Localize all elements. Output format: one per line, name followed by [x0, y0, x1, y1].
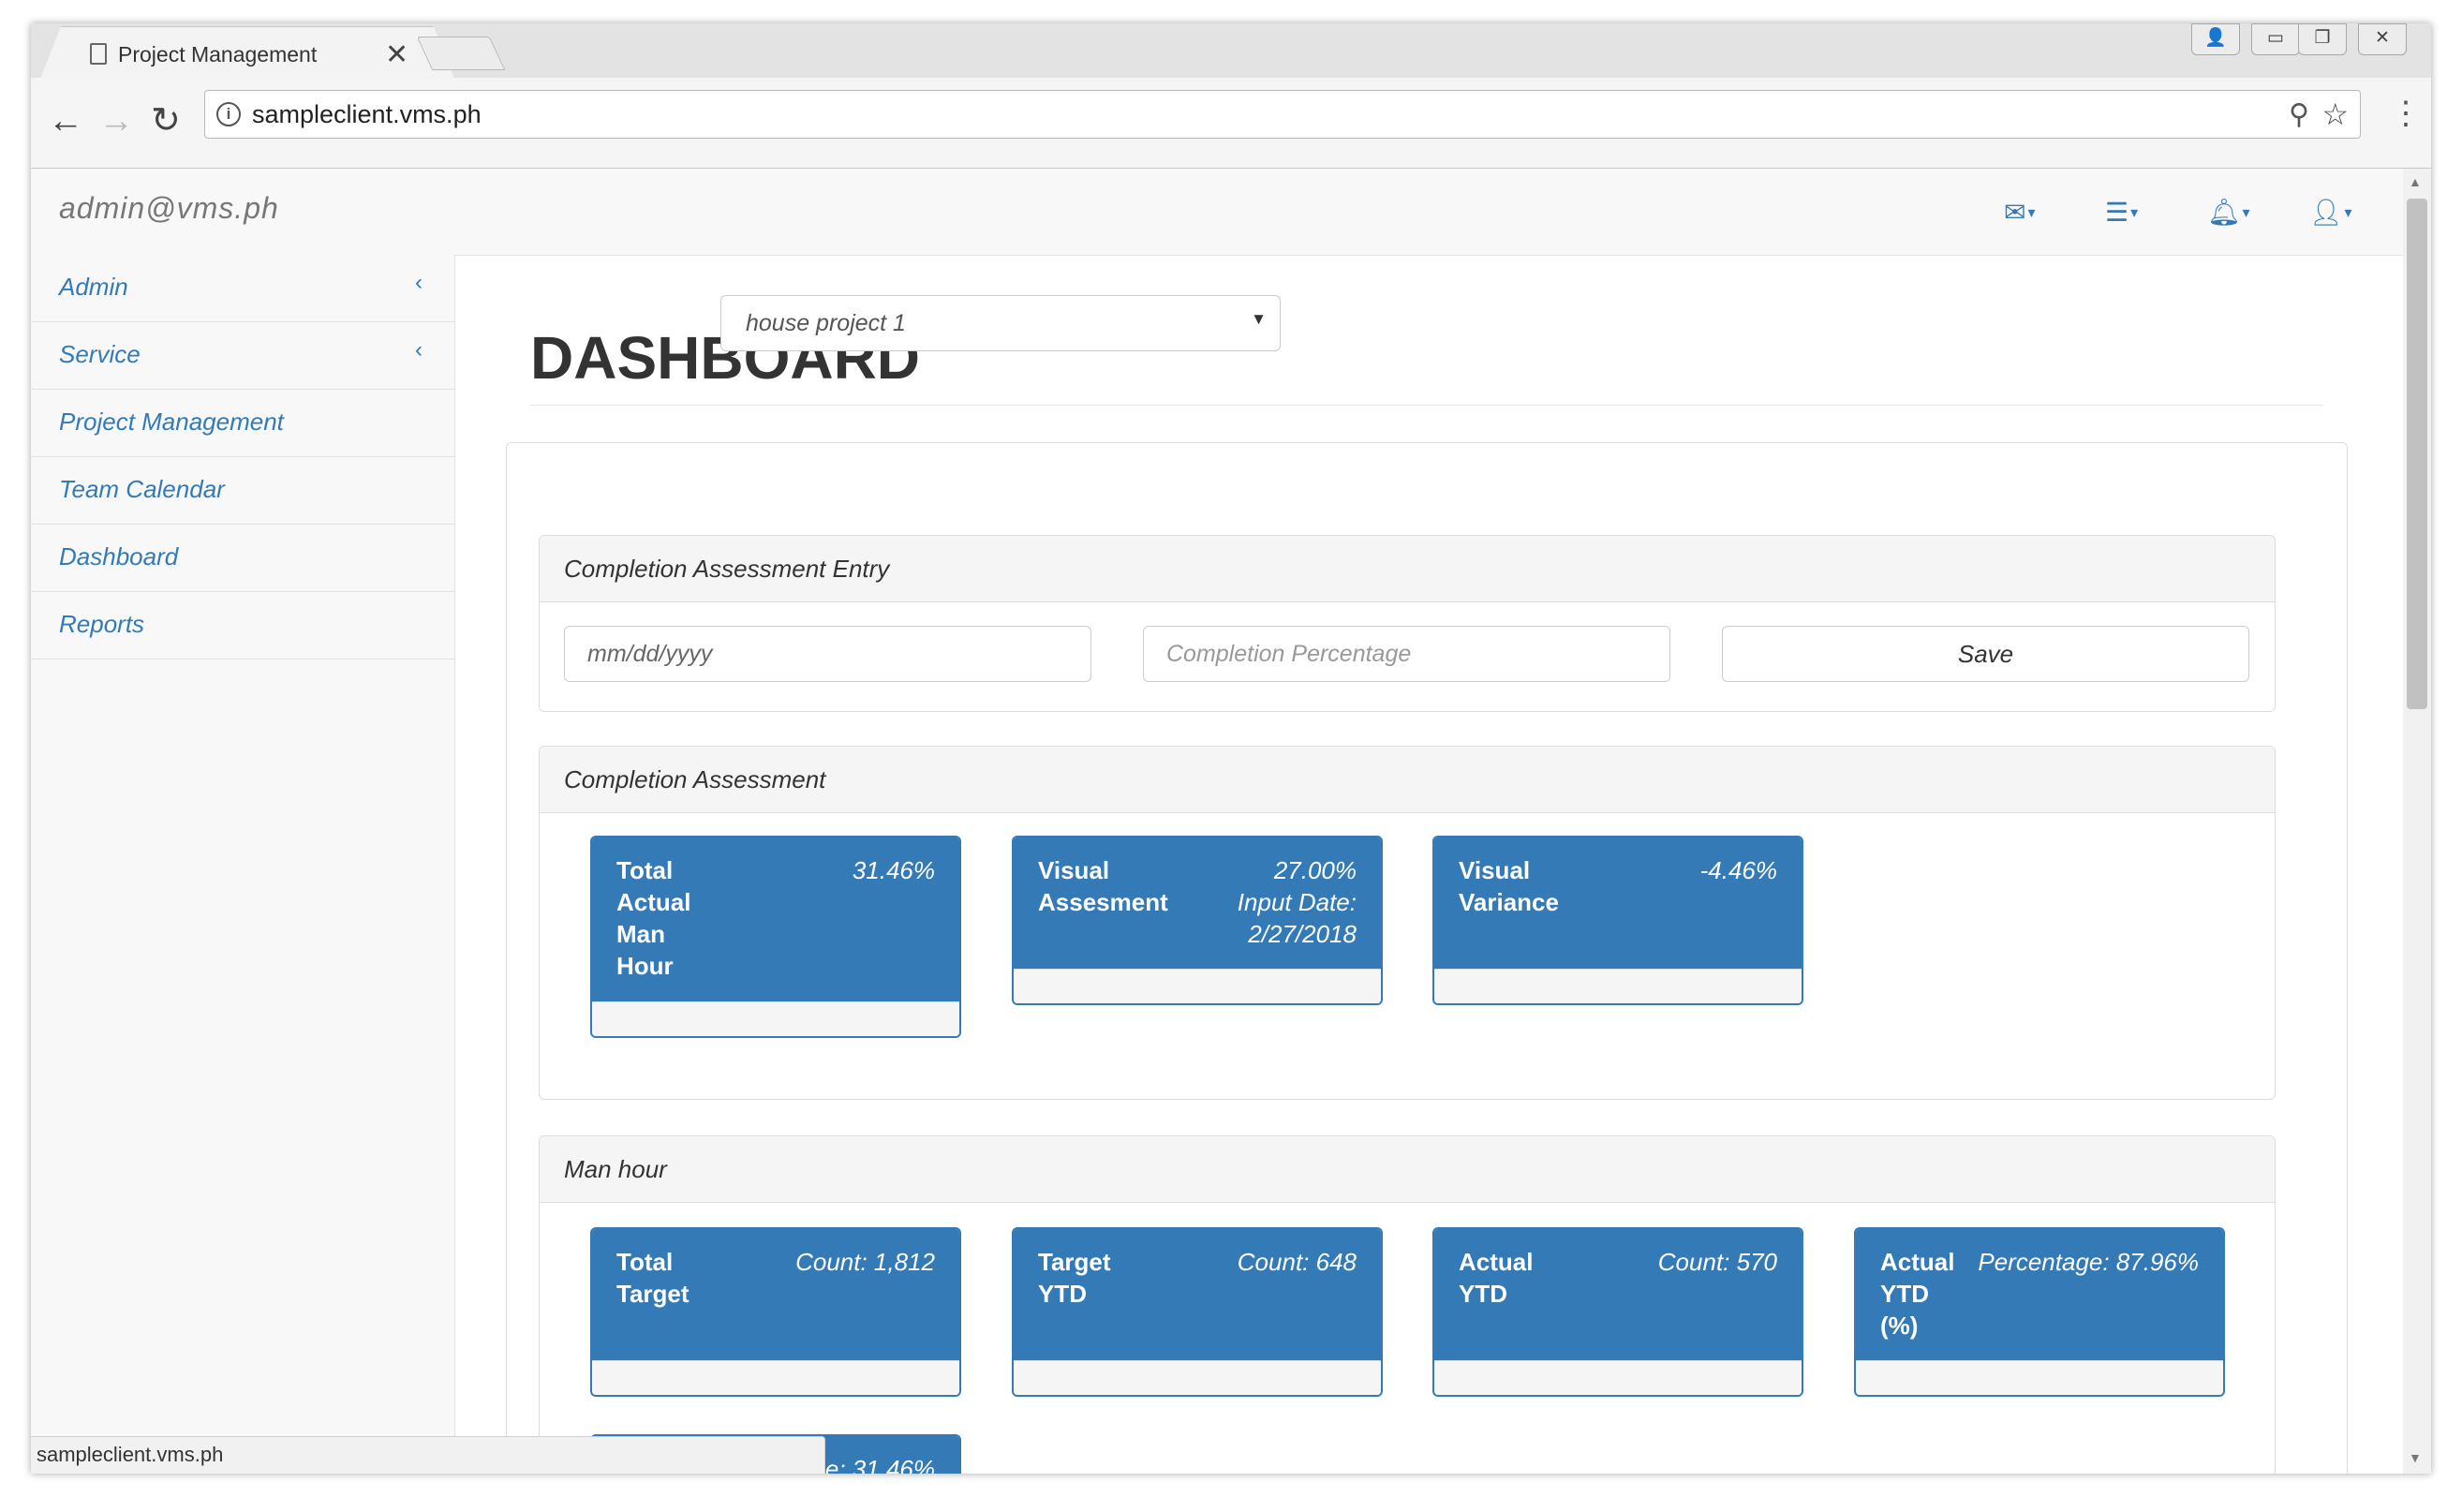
target-ytd-card: Target YTD Count: 648 [1012, 1227, 1383, 1397]
total-target-card: Total Target Count: 1,812 [590, 1227, 961, 1397]
card-title: Actual YTD [1459, 1248, 1534, 1308]
project-select-value: house project 1 [746, 310, 906, 336]
star-icon[interactable]: ☆ [2321, 96, 2349, 132]
card-footer[interactable] [1856, 1360, 2223, 1395]
actual-ytd-percent-card: Actual YTD (%) Percentage: 87.96% [1854, 1227, 2225, 1397]
sidebar-item-dashboard[interactable]: Dashboard [31, 525, 454, 592]
visual-variance-card: Visual Variance -4.46% [1432, 836, 1803, 1005]
browser-tab[interactable]: Project Management ✕ [40, 26, 454, 79]
panel-header: Completion Assessment Entry [540, 536, 2275, 602]
card-title: Visual Assesment [1038, 856, 1168, 916]
scrollbar-thumb[interactable] [2407, 199, 2427, 709]
card-footer[interactable] [1014, 969, 1381, 1003]
restore-button[interactable]: ❐ [2298, 23, 2347, 55]
panel-title: Completion Assessment [564, 765, 826, 793]
card-footer[interactable] [592, 1001, 959, 1036]
tab-title: Project Management [118, 42, 318, 67]
completion-assessment-panel: Completion Assessment Total Actual Man H… [539, 746, 2276, 1100]
visual-assessment-card: Visual Assesment 27.00% Input Date: 2/27… [1012, 836, 1383, 1005]
panel-title: Completion Assessment Entry [564, 555, 890, 583]
card-footer[interactable] [1434, 1360, 1802, 1395]
card-title: Total Target [616, 1248, 690, 1308]
zoom-icon[interactable]: ⚲ [2289, 98, 2309, 131]
document-icon [90, 43, 107, 65]
panel-title: Man hour [564, 1155, 667, 1183]
actual-ytd-card: Actual YTD Count: 570 [1432, 1227, 1803, 1397]
card-value: Count: 648 [1237, 1248, 1357, 1276]
sidebar-item-team-calendar[interactable]: Team Calendar [31, 457, 454, 525]
forward-icon[interactable]: → [98, 102, 134, 140]
card-value: Count: 570 [1657, 1248, 1777, 1276]
panel-header: Man hour [540, 1136, 2275, 1203]
top-navbar: admin@vms.ph ✉ ▾ ☰ ▾ 🔔︎ ▾ 👤︎ ▾ [31, 169, 2403, 256]
back-icon[interactable]: ← [48, 102, 83, 140]
tab-strip: Project Management ✕ 👤 ▭ ❐ ✕ [31, 23, 2431, 79]
address-bar[interactable]: i sampleclient.vms.ph ⚲ ☆ [204, 90, 2361, 139]
tasks-icon[interactable]: ☰ ▾ [2105, 197, 2138, 228]
card-title: Actual YTD (%) [1880, 1248, 1955, 1340]
scroll-up-icon[interactable]: ▲ [2409, 174, 2422, 189]
card-value: Percentage: 87.96% [1978, 1248, 2199, 1276]
sidebar-item-label: Team Calendar [59, 475, 225, 503]
card-footer[interactable] [1434, 969, 1802, 1003]
card-value: 27.00% Input Date: 2/27/2018 [1237, 856, 1357, 948]
profile-icon[interactable]: 👤 [2191, 23, 2240, 55]
new-tab-button[interactable] [416, 37, 506, 70]
completion-entry-panel: Completion Assessment Entry mm/dd/yyyy C… [539, 535, 2276, 712]
sidebar-item-label: Admin [59, 273, 128, 301]
sidebar-item-project-management[interactable]: Project Management [31, 390, 454, 457]
sidebar-item-reports[interactable]: Reports [31, 592, 454, 660]
sidebar-item-label: Project Management [59, 408, 284, 436]
date-input[interactable]: mm/dd/yyyy [564, 626, 1091, 682]
date-input-placeholder: mm/dd/yyyy [587, 641, 713, 667]
page-scrollbar[interactable]: ▲ ▼ [2403, 169, 2431, 1474]
reload-icon[interactable]: ↻ [151, 102, 181, 140]
envelope-icon[interactable]: ✉ ▾ [2004, 197, 2036, 228]
man-hour-panel: Man hour Total Target Count: 1,812 Targe… [539, 1135, 2276, 1474]
completion-percentage-input[interactable]: Completion Percentage [1143, 626, 1670, 682]
panel-header: Completion Assessment [540, 747, 2275, 813]
project-select[interactable]: house project 1 ▼ [720, 295, 1281, 351]
menu-icon[interactable]: ⋮ [2390, 96, 2422, 130]
save-button[interactable]: Save [1722, 626, 2249, 682]
percentage-input-placeholder: Completion Percentage [1166, 641, 1412, 667]
card-value: Count: 1,812 [795, 1248, 935, 1276]
card-value: -4.46% [1699, 856, 1777, 884]
browser-window: Project Management ✕ 👤 ▭ ❐ ✕ ← → ↻ i sam… [31, 23, 2431, 1474]
total-actual-man-hour-card: Total Actual Man Hour 31.46% [590, 836, 961, 1038]
browser-toolbar: ← → ↻ i sampleclient.vms.ph ⚲ ☆ ⋮ [31, 78, 2431, 169]
sidebar-item-label: Service [59, 340, 141, 368]
close-window-button[interactable]: ✕ [2358, 23, 2407, 55]
card-value: 31.46% [852, 856, 935, 884]
sidebar-item-label: Dashboard [59, 542, 179, 571]
card-footer[interactable] [592, 1360, 959, 1395]
sidebar-item-service[interactable]: Service ‹ [31, 322, 454, 390]
minimize-button[interactable]: ▭ [2251, 23, 2300, 55]
sidebar: Admin ‹ Service ‹ Project Management Tea… [31, 255, 455, 1474]
close-tab-icon[interactable]: ✕ [385, 38, 408, 71]
card-title: Visual Variance [1459, 856, 1559, 916]
status-bar: sampleclient.vms.ph [31, 1436, 825, 1474]
chevron-left-icon: ‹ [415, 270, 423, 295]
title-divider [530, 405, 2323, 406]
url-text[interactable]: sampleclient.vms.ph [252, 100, 482, 129]
card-title: Target YTD [1038, 1248, 1111, 1308]
card-footer[interactable] [1014, 1360, 1381, 1395]
user-brand[interactable]: admin@vms.ph [59, 191, 279, 226]
sidebar-item-label: Reports [59, 610, 145, 638]
bell-icon[interactable]: 🔔︎ ▾ [2207, 197, 2250, 228]
card-title: Total Actual Man Hour [616, 856, 691, 980]
user-icon[interactable]: 👤︎ ▾ [2309, 197, 2352, 228]
caret-down-icon: ▼ [1251, 310, 1267, 328]
sidebar-item-admin[interactable]: Admin ‹ [31, 255, 454, 322]
chevron-left-icon: ‹ [415, 337, 423, 363]
scroll-down-icon[interactable]: ▼ [2409, 1450, 2422, 1465]
info-icon[interactable]: i [216, 102, 241, 126]
